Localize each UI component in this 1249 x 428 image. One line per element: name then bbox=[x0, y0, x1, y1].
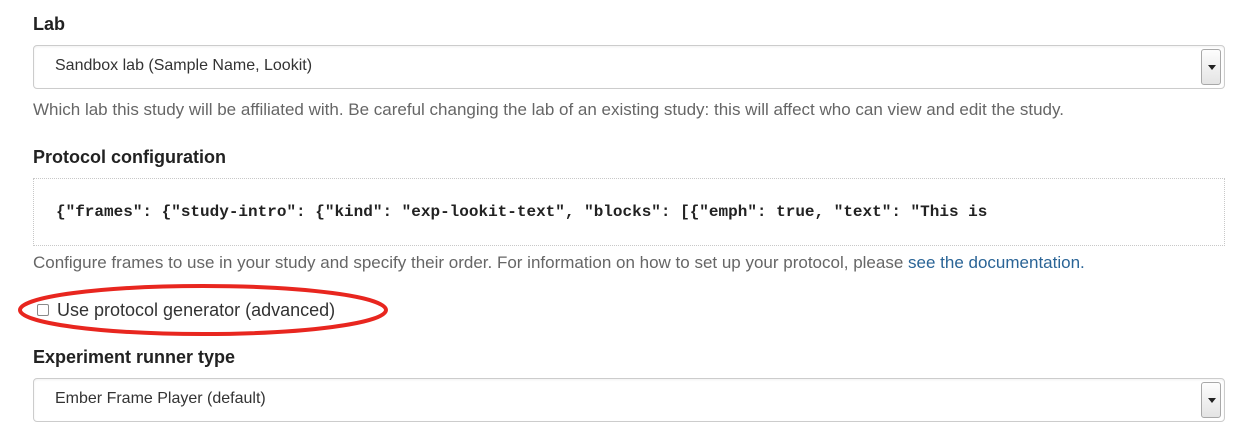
study-edit-form: Lab Sandbox lab (Sample Name, Lookit) Wh… bbox=[0, 0, 1249, 428]
protocol-generator-option[interactable]: Use protocol generator (advanced) bbox=[37, 297, 335, 323]
runner-select-value: Ember Frame Player (default) bbox=[55, 390, 266, 407]
protocol-label: Protocol configuration bbox=[33, 147, 226, 167]
protocol-help-prefix: Configure frames to use in your study an… bbox=[33, 253, 909, 272]
protocol-editor[interactable]: {"frames": {"study-intro": {"kind": "exp… bbox=[33, 178, 1225, 246]
lab-select[interactable]: Sandbox lab (Sample Name, Lookit) bbox=[33, 45, 1225, 89]
runner-label: Experiment runner type bbox=[33, 347, 236, 367]
chevron-down-icon[interactable] bbox=[1201, 49, 1221, 85]
protocol-help-text: Configure frames to use in your study an… bbox=[33, 253, 1085, 273]
protocol-generator-label[interactable]: Use protocol generator (advanced) bbox=[57, 300, 335, 321]
chevron-down-icon[interactable] bbox=[1201, 382, 1221, 418]
lab-select-value: Sandbox lab (Sample Name, Lookit) bbox=[55, 57, 313, 74]
runner-select[interactable]: Ember Frame Player (default) bbox=[33, 378, 1225, 422]
protocol-generator-checkbox[interactable] bbox=[37, 304, 49, 316]
documentation-link[interactable]: see the documentation. bbox=[908, 253, 1085, 272]
protocol-editor-content[interactable]: {"frames": {"study-intro": {"kind": "exp… bbox=[56, 203, 987, 221]
lab-label: Lab bbox=[33, 14, 66, 34]
lab-help-text: Which lab this study will be affiliated … bbox=[33, 100, 1064, 119]
